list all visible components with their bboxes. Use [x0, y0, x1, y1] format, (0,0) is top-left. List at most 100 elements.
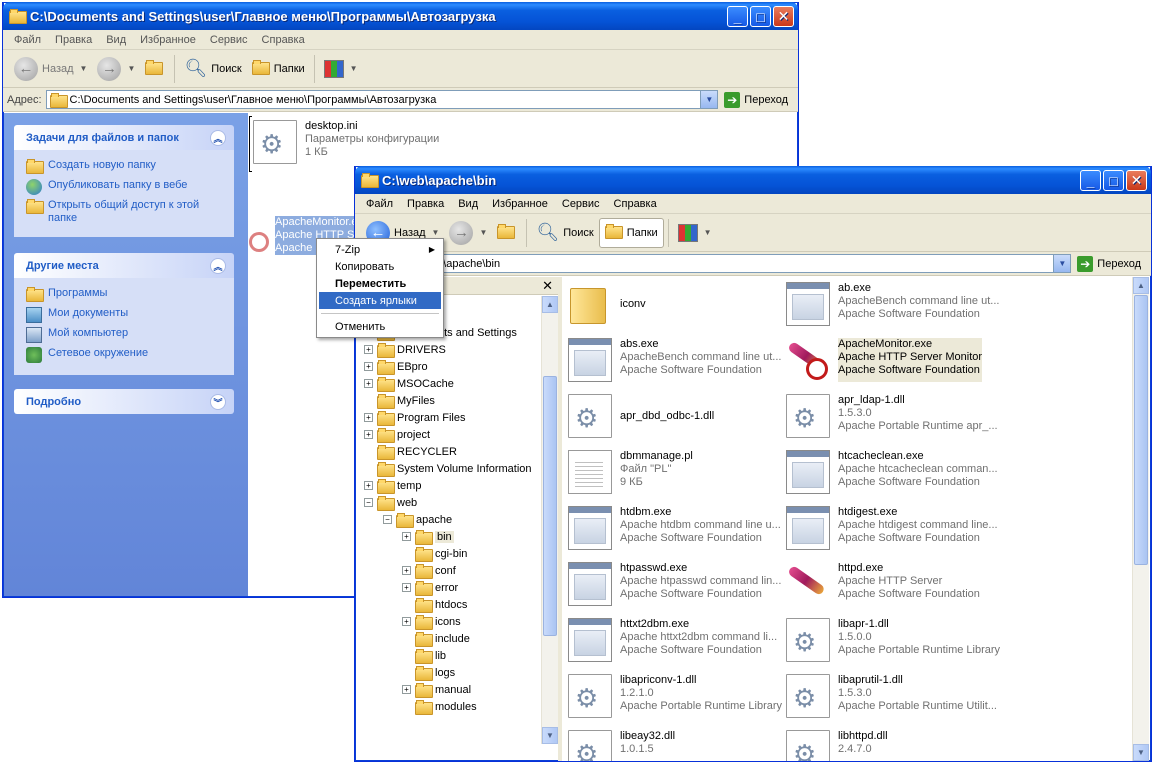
- menu-item-create-shortcuts[interactable]: Создать ярлыки: [319, 292, 441, 309]
- file-item[interactable]: libeay32.dll1.0.1.5: [568, 730, 675, 761]
- file-item[interactable]: apr_ldap-1.dll1.5.3.0Apache Portable Run…: [786, 394, 998, 438]
- file-item[interactable]: ab.exe ApacheBench command line ut... Apac…: [786, 282, 999, 326]
- expand-icon[interactable]: +: [402, 566, 411, 575]
- expand-icon[interactable]: +: [364, 430, 373, 439]
- address-input[interactable]: C:\Documents and Settings\user\Главное м…: [45, 90, 719, 109]
- files-scroll-thumb[interactable]: [1134, 295, 1148, 565]
- file-item[interactable]: libapr-1.dll1.5.0.0Apache Portable Runti…: [786, 618, 1000, 662]
- task-share-folder[interactable]: Открыть общий доступ к этой папке: [26, 199, 224, 225]
- expand-icon[interactable]: +: [364, 413, 373, 422]
- tree-item[interactable]: + conf: [402, 562, 456, 579]
- task-publish-web[interactable]: Опубликовать папку в вебе: [26, 179, 224, 195]
- files-scrollbar[interactable]: ▲ ▼: [1132, 277, 1149, 761]
- menu-edit[interactable]: Правка: [48, 34, 99, 46]
- up-button[interactable]: [140, 54, 170, 84]
- dropdown-arrow-icon[interactable]: ▼: [127, 64, 135, 73]
- tree-item[interactable]: + bin: [402, 528, 454, 545]
- tree-item[interactable]: lib: [402, 647, 446, 664]
- tree-item[interactable]: + EBpro: [364, 358, 428, 375]
- dropdown-arrow-icon[interactable]: ▼: [432, 228, 440, 237]
- minimize-button[interactable]: _: [727, 6, 748, 27]
- menu-tools[interactable]: Сервис: [203, 34, 255, 46]
- menu-item-copy[interactable]: Копировать: [319, 258, 441, 275]
- menu-favorites[interactable]: Избранное: [485, 198, 555, 210]
- file-item[interactable]: iconv: [568, 282, 646, 326]
- expand-icon[interactable]: +: [402, 532, 411, 541]
- forward-button[interactable]: → ▼: [444, 218, 492, 248]
- file-item[interactable]: abs.exe ApacheBench command line ut... Apa…: [568, 338, 781, 382]
- scroll-down-arrow-icon[interactable]: ▼: [542, 727, 558, 744]
- menu-view[interactable]: Вид: [451, 198, 485, 210]
- collapse-icon[interactable]: −: [383, 515, 392, 524]
- file-item[interactable]: libapriconv-1.dll1.2.1.0Apache Portable …: [568, 674, 782, 718]
- menu-file[interactable]: Файл: [7, 34, 48, 46]
- collapse-icon[interactable]: −: [364, 498, 373, 507]
- details-header[interactable]: Подробно ︾: [14, 389, 234, 414]
- file-item[interactable]: httpd.exe Apache HTTP Server Apache Softwa…: [786, 562, 980, 606]
- tree-item[interactable]: include: [402, 630, 470, 647]
- tree-item[interactable]: + manual: [402, 681, 471, 698]
- tree-item[interactable]: + MSOCache: [364, 375, 454, 392]
- tree-item[interactable]: + icons: [402, 613, 461, 630]
- tree-item[interactable]: − apache: [383, 511, 452, 528]
- collapse-chevron-icon[interactable]: ︽: [210, 258, 226, 274]
- tree-item[interactable]: modules: [402, 698, 477, 715]
- tree-scroll-thumb[interactable]: [543, 376, 557, 636]
- tree-item[interactable]: + error: [402, 579, 458, 596]
- file-item[interactable]: apr_dbd_odbc-1.dll: [568, 394, 714, 438]
- back-button[interactable]: ← Назад ▼: [9, 54, 92, 84]
- file-desktop-ini[interactable]: desktop.ini Параметры конфигурации 1 КБ: [253, 120, 439, 164]
- tree-item[interactable]: − web: [364, 494, 417, 511]
- expand-icon[interactable]: +: [364, 362, 373, 371]
- tree-item[interactable]: System Volume Information: [364, 460, 532, 477]
- menu-help[interactable]: Справка: [607, 198, 664, 210]
- menu-tools[interactable]: Сервис: [555, 198, 607, 210]
- expand-icon[interactable]: +: [364, 345, 373, 354]
- menu-item-move[interactable]: Переместить: [319, 275, 441, 292]
- scroll-up-arrow-icon[interactable]: ▲: [1133, 277, 1149, 294]
- file-tasks-header[interactable]: Задачи для файлов и папок ︽: [14, 125, 234, 150]
- address-dropdown-button[interactable]: ▼: [700, 91, 718, 108]
- file-item[interactable]: ApacheMonitor.exe Apache HTTP Server Moni…: [786, 338, 983, 382]
- tree-item[interactable]: + DRIVERS: [364, 341, 446, 358]
- file-item[interactable]: htdigest.exe Apache htdigest command line…: [786, 506, 998, 550]
- expand-icon[interactable]: +: [402, 583, 411, 592]
- expand-icon[interactable]: +: [364, 481, 373, 490]
- file-item[interactable]: httxt2dbm.exe Apache httxt2dbm command li…: [568, 618, 777, 662]
- close-button[interactable]: ✕: [773, 6, 794, 27]
- dropdown-arrow-icon[interactable]: ▼: [80, 64, 88, 73]
- address-input[interactable]: web\apache\bin ▼: [419, 254, 1072, 273]
- tree-item[interactable]: + project: [364, 426, 430, 443]
- go-button[interactable]: ➔ Переход: [718, 91, 794, 108]
- file-item[interactable]: libhttpd.dll2.4.7.0: [786, 730, 888, 761]
- close-button[interactable]: ✕: [1126, 170, 1147, 191]
- menu-favorites[interactable]: Избранное: [133, 34, 203, 46]
- menu-item-7zip[interactable]: 7-Zip ▶: [319, 241, 441, 258]
- tree-item[interactable]: logs: [402, 664, 455, 681]
- window1-titlebar[interactable]: C:\Documents and Settings\user\Главное м…: [3, 2, 798, 30]
- menu-help[interactable]: Справка: [255, 34, 312, 46]
- file-item[interactable]: htpasswd.exe Apache htpasswd command lin.…: [568, 562, 781, 606]
- task-new-folder[interactable]: Создать новую папку: [26, 159, 224, 175]
- views-button[interactable]: ▼: [319, 54, 363, 84]
- tree-item[interactable]: cgi-bin: [402, 545, 467, 562]
- other-places-header[interactable]: Другие места ︽: [14, 253, 234, 278]
- maximize-button[interactable]: □: [1103, 170, 1124, 191]
- maximize-button[interactable]: □: [750, 6, 771, 27]
- tree-item[interactable]: + temp: [364, 477, 421, 494]
- search-button[interactable]: 🔍︎ Поиск: [531, 218, 598, 248]
- file-item[interactable]: dbmmanage.pl Файл "PL" 9 КБ: [568, 450, 693, 494]
- collapse-chevron-icon[interactable]: ︽: [210, 130, 226, 146]
- tree-item[interactable]: + Program Files: [364, 409, 465, 426]
- tree-item[interactable]: htdocs: [402, 596, 467, 613]
- close-pane-icon[interactable]: ✕: [542, 278, 553, 294]
- place-network[interactable]: Сетевое окружение: [26, 347, 224, 363]
- folders-button[interactable]: Папки: [247, 54, 310, 84]
- menu-file[interactable]: Файл: [359, 198, 400, 210]
- address-dropdown-button[interactable]: ▼: [1053, 255, 1071, 272]
- go-button[interactable]: ➔ Переход: [1071, 255, 1147, 272]
- expand-icon[interactable]: +: [364, 379, 373, 388]
- scroll-down-arrow-icon[interactable]: ▼: [1133, 744, 1149, 761]
- minimize-button[interactable]: _: [1080, 170, 1101, 191]
- tree-scrollbar[interactable]: ▲ ▼: [541, 296, 558, 744]
